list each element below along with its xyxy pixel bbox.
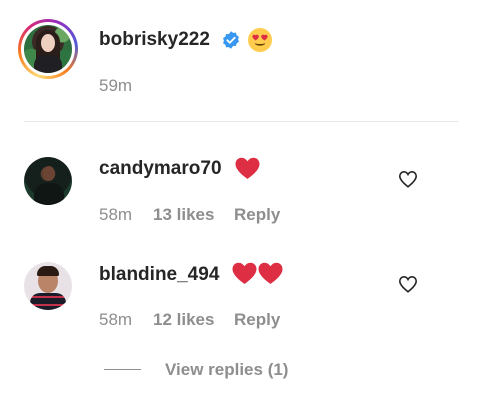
avatar-head: [43, 166, 55, 181]
avatar-body: [34, 55, 62, 73]
like-heart-icon[interactable]: [398, 275, 418, 293]
red-heart-emoji: [258, 262, 283, 284]
comment-avatar-candymaro70[interactable]: [24, 157, 72, 205]
comment-avatar-blandine_494[interactable]: [24, 262, 72, 310]
red-heart-emoji: [232, 262, 257, 284]
avatar-face: [41, 34, 55, 52]
avatar-ring-gap: [21, 22, 75, 76]
like-heart-icon[interactable]: [398, 170, 418, 188]
comment-likes-count[interactable]: 13 likes: [153, 205, 214, 225]
caption-avatar[interactable]: [18, 19, 78, 79]
comments-screen: bobrisky222 59m candymaro70 58m 13 likes…: [0, 0, 480, 417]
avatar-hair: [37, 266, 59, 276]
avatar-body: [30, 293, 66, 310]
comment-time: 58m: [99, 310, 133, 329]
caption-avatar-photo: [24, 25, 72, 73]
view-replies-line: [104, 369, 141, 370]
caption-time: 59m: [99, 76, 133, 95]
red-heart-emoji: [235, 157, 260, 179]
divider: [24, 121, 458, 122]
heart-eyes-emoji: [248, 28, 272, 52]
caption-username[interactable]: bobrisky222: [99, 29, 210, 51]
comment-time: 58m: [99, 205, 133, 224]
reply-button[interactable]: Reply: [234, 310, 280, 330]
verified-badge-icon: [223, 31, 239, 49]
comment-username[interactable]: blandine_494: [99, 264, 219, 286]
avatar-body: [34, 183, 64, 205]
reply-button[interactable]: Reply: [234, 205, 280, 225]
comment-username[interactable]: candymaro70: [99, 158, 222, 180]
comment-likes-count[interactable]: 12 likes: [153, 310, 214, 330]
view-replies-button[interactable]: View replies (1): [165, 360, 288, 380]
